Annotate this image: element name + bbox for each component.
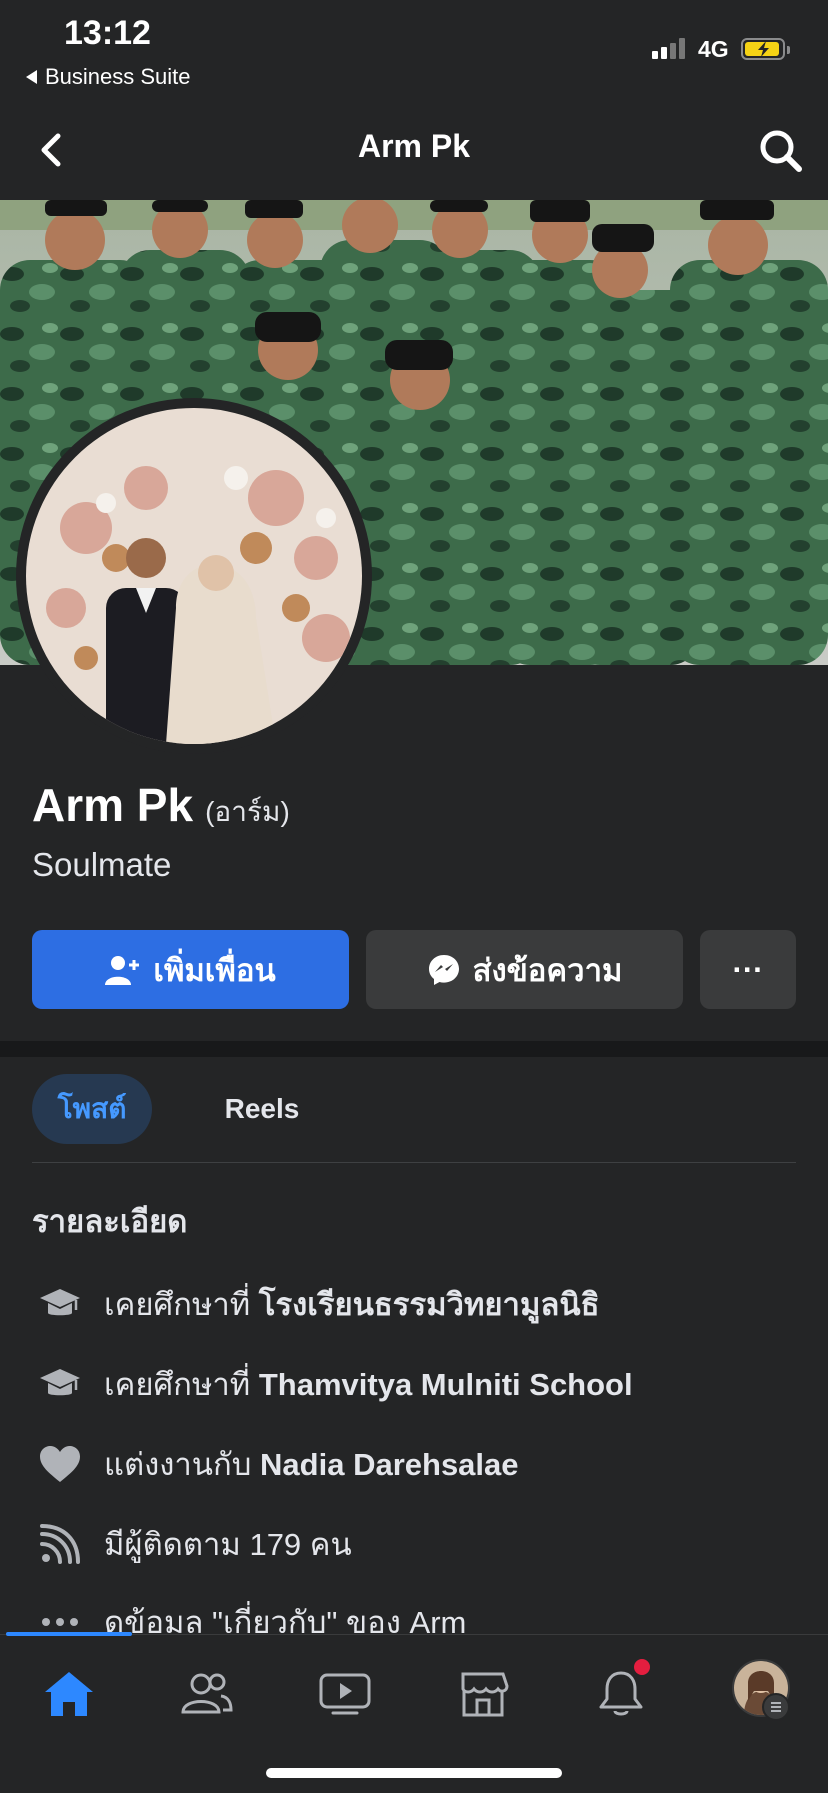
network-type: 4G xyxy=(698,36,729,62)
home-indicator xyxy=(266,1768,562,1778)
detail-prefix: เคยศึกษาที่ xyxy=(104,1287,259,1322)
detail-prefix: มีผู้ติดตาม 179 คน xyxy=(104,1527,352,1562)
active-tab-indicator xyxy=(6,1632,132,1636)
add-friend-icon xyxy=(105,955,140,985)
back-to-app-link[interactable]: Business Suite xyxy=(26,64,191,90)
more-options-button[interactable]: ··· xyxy=(700,930,796,1009)
marketplace-icon[interactable] xyxy=(448,1659,518,1729)
detail-item-education-1[interactable]: เคยศึกษาที่ โรงเรียนธรรมวิทยามูลนิธิ xyxy=(32,1274,812,1334)
detail-item-followers[interactable]: มีผู้ติดตาม 179 คน xyxy=(32,1514,812,1574)
back-triangle-icon xyxy=(26,70,37,84)
profile-avatar[interactable] xyxy=(26,408,362,744)
battery-icon xyxy=(741,38,790,60)
status-time: 13:12 xyxy=(64,14,151,52)
watch-icon[interactable] xyxy=(310,1659,380,1729)
details-title: รายละเอียด xyxy=(32,1204,188,1239)
notification-badge xyxy=(634,1659,650,1675)
search-button[interactable] xyxy=(756,126,806,176)
signal-icon xyxy=(652,38,685,59)
back-app-label: Business Suite xyxy=(45,64,191,89)
section-divider xyxy=(0,1041,828,1057)
graduation-cap-icon xyxy=(32,1276,88,1332)
profile-name: Arm Pk xyxy=(32,779,194,831)
detail-item-education-2[interactable]: เคยศึกษาที่ Thamvitya Mulniti School xyxy=(32,1354,812,1414)
profile-name-row: Arm Pk (อาร์ม) xyxy=(32,778,290,834)
profile-alternate-name: (อาร์ม) xyxy=(205,796,290,827)
message-button[interactable]: ส่งข้อความ xyxy=(366,930,683,1009)
detail-prefix: แต่งงานกับ xyxy=(104,1447,261,1482)
detail-value[interactable]: โรงเรียนธรรมวิทยามูลนิธิ xyxy=(259,1287,600,1322)
tab-reels[interactable]: Reels xyxy=(182,1074,342,1144)
menu-icon[interactable] xyxy=(762,1693,790,1721)
graduation-cap-icon xyxy=(32,1356,88,1412)
tabs-divider xyxy=(32,1162,796,1163)
detail-value[interactable]: Thamvitya Mulniti School xyxy=(259,1367,633,1402)
more-dots-icon: ··· xyxy=(732,951,764,987)
profile-bio: Soulmate xyxy=(32,846,172,883)
search-icon xyxy=(760,130,802,172)
friends-icon[interactable] xyxy=(172,1659,242,1729)
add-friend-label: เพิ่มเพื่อน xyxy=(153,952,276,988)
detail-prefix: เคยศึกษาที่ xyxy=(104,1367,259,1402)
detail-value[interactable]: Nadia Darehsalae xyxy=(260,1447,518,1482)
detail-item-relationship[interactable]: แต่งงานกับ Nadia Darehsalae xyxy=(32,1434,812,1494)
tab-posts[interactable]: โพสต์ xyxy=(32,1074,152,1144)
add-friend-button[interactable]: เพิ่มเพื่อน xyxy=(32,930,349,1009)
page-title: Arm Pk xyxy=(357,128,471,164)
heart-icon xyxy=(32,1436,88,1492)
message-label: ส่งข้อความ xyxy=(472,952,623,988)
profile-actions: เพิ่มเพื่อน ส่งข้อความ ··· xyxy=(32,930,796,1009)
rss-icon xyxy=(32,1516,88,1572)
messenger-icon xyxy=(428,954,459,985)
status-bar: 13:12 Business Suite 4G xyxy=(0,0,828,100)
nav-header: Arm Pk xyxy=(0,100,828,200)
profile-tabs: โพสต์ Reels xyxy=(32,1074,796,1164)
home-icon[interactable] xyxy=(34,1659,104,1729)
